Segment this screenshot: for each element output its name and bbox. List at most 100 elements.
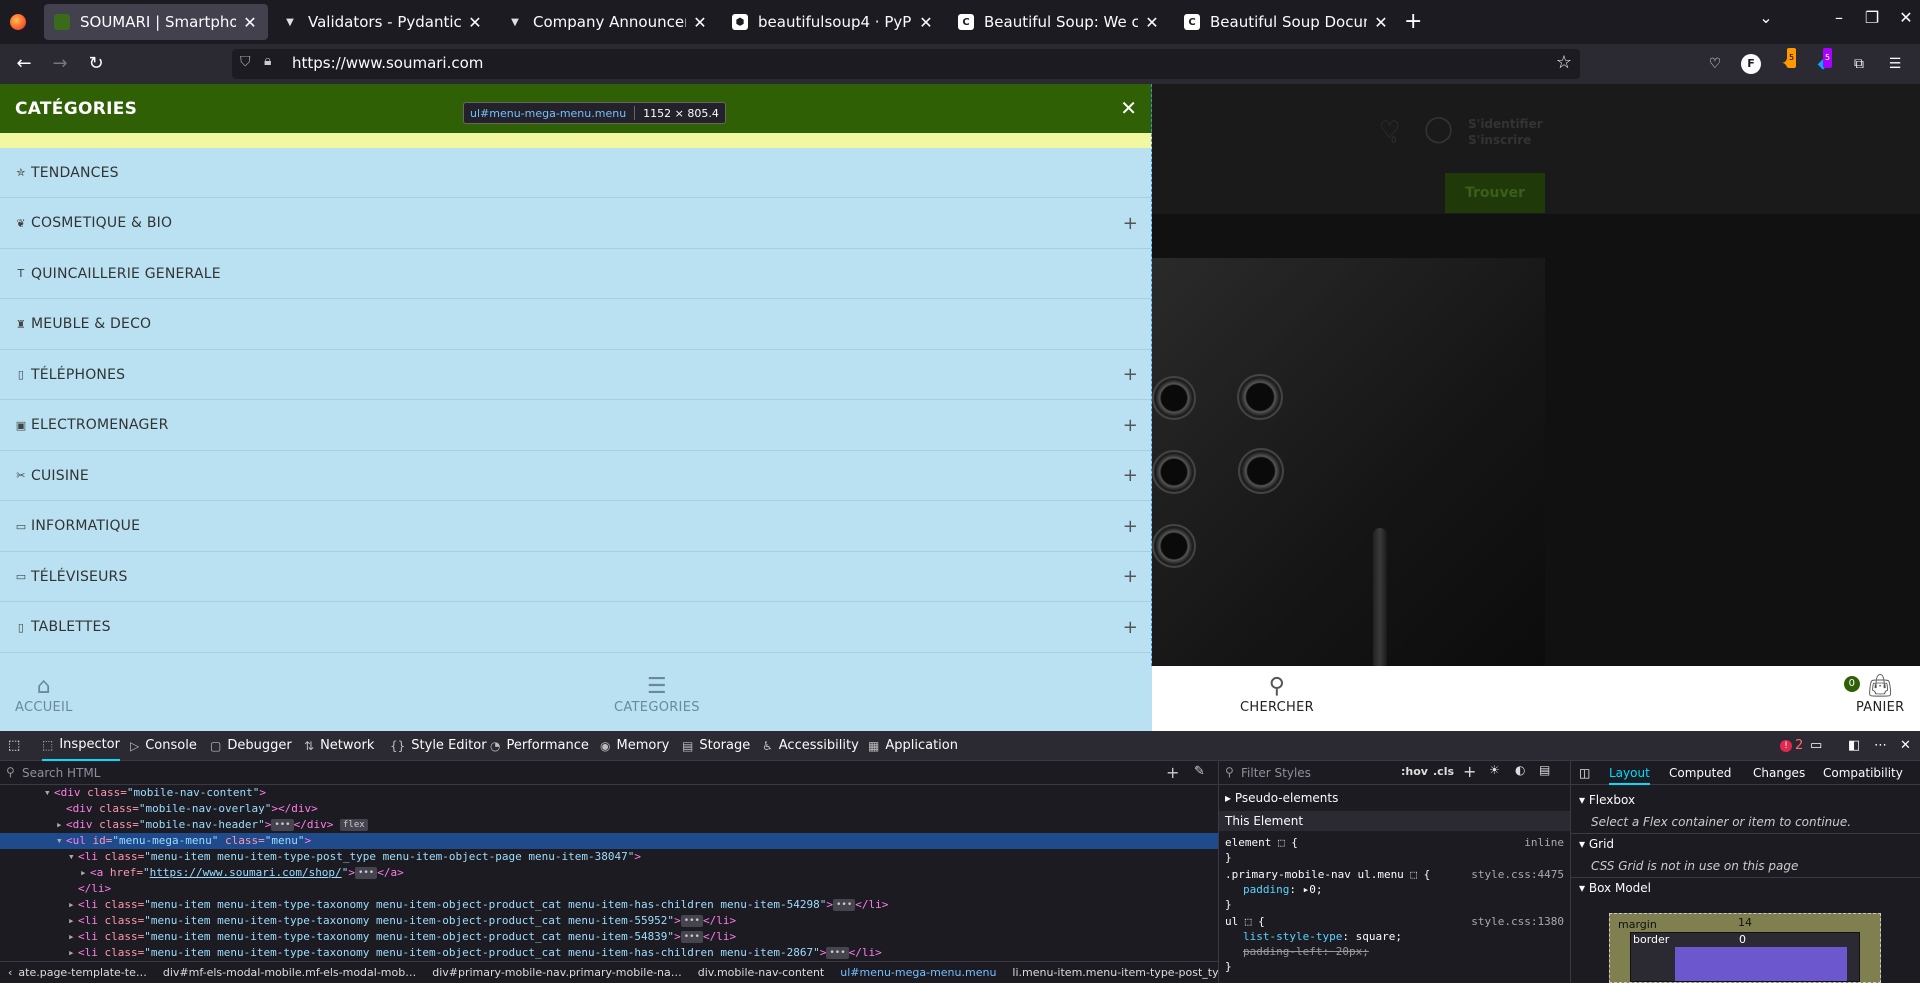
signup-link[interactable]: S'inscrire (1468, 132, 1543, 148)
wishlist-icon[interactable]: ♡ 0 (1379, 116, 1401, 146)
reload-icon[interactable]: ↻ (84, 52, 108, 76)
user-icon[interactable]: ◯ (1424, 114, 1453, 144)
expand-plus-icon[interactable]: + (1123, 465, 1138, 486)
restore-icon[interactable]: ❐ (1858, 8, 1886, 27)
url-bar[interactable]: ⛉ 🔒︎ https://www.soumari.com ☆ (232, 49, 1580, 79)
node-breadcrumb[interactable]: ‹ ate.page-template-te… div#mf-els-modal-m… (0, 961, 1218, 983)
add-rule-icon[interactable]: + (1463, 762, 1476, 781)
browser-tab[interactable]: ⬢ beautifulsoup4 · PyPI ✕ (722, 4, 944, 40)
breadcrumb-node[interactable]: ate.page-template-te… (18, 966, 146, 979)
lock-icon[interactable]: 🔒︎ (264, 53, 271, 69)
home-nav-button[interactable]: ⌂ ACCUEIL (15, 674, 73, 715)
pocket-icon[interactable]: ♡ (1705, 54, 1725, 74)
menu-item[interactable]: T QUINCAILLERIE GENERALE (0, 249, 1152, 299)
expand-plus-icon[interactable]: + (1123, 364, 1138, 385)
close-tab-icon[interactable]: ✕ (242, 13, 258, 32)
markup-node[interactable]: ▸ <li class="menu-item menu-item-type-tax… (0, 929, 1218, 945)
close-tab-icon[interactable]: ✕ (467, 13, 483, 32)
close-devtools-icon[interactable]: ✕ (1900, 731, 1911, 761)
rule-padding-decl[interactable]: padding: ▸0; (1225, 882, 1564, 897)
close-icon[interactable]: ✕ (1120, 96, 1137, 120)
menu-item[interactable]: ✂ CUISINE + (0, 451, 1152, 501)
firefox-menu-icon[interactable] (10, 14, 26, 30)
close-window-icon[interactable]: ✕ (1892, 8, 1920, 27)
menu-item[interactable]: ▭ TÉLÉVISEURS + (0, 552, 1152, 602)
expand-plus-icon[interactable]: + (1123, 213, 1138, 234)
markup-node[interactable]: ▾ <ul id="menu-mega-menu" class="menu"> (0, 833, 1218, 849)
grid-section[interactable]: ▾ Grid (1579, 837, 1614, 851)
rule-padding-left-decl[interactable]: padding-left: 20px; (1225, 944, 1564, 959)
flexbox-section[interactable]: ▾ Flexbox (1579, 793, 1635, 807)
box-model-margin[interactable]: margin 14 border 0 (1609, 913, 1881, 983)
expand-plus-icon[interactable]: + (1123, 516, 1138, 537)
cart-nav-button[interactable]: 👜︎ 0 PANIER (1844, 674, 1905, 715)
close-tab-icon[interactable]: ✕ (1373, 13, 1389, 32)
menu-item[interactable]: ♜ MEUBLE & DECO (0, 300, 1152, 350)
markup-node[interactable]: ▸ <div class="mobile-nav-header"> ••• </div… (0, 817, 1218, 833)
search-submit-button[interactable]: Trouver (1445, 173, 1545, 213)
light-mode-icon[interactable]: ☀ (1489, 763, 1500, 777)
sidebar-tab[interactable]: Compatibility (1823, 761, 1903, 785)
close-tab-icon[interactable]: ✕ (692, 13, 708, 32)
breadcrumb-node[interactable]: ul#menu-mega-menu.menu (840, 966, 996, 979)
breadcrumb-node[interactable]: div#mf-els-modal-mobile.mf-els-modal-mob… (163, 966, 416, 979)
new-tab-button[interactable]: + (1404, 9, 1422, 34)
expand-plus-icon[interactable]: + (1123, 566, 1138, 587)
shield-icon[interactable]: ⛉ (240, 54, 251, 70)
bookmark-star-icon[interactable]: ☆ (1556, 52, 1572, 73)
expand-plus-icon[interactable]: + (1123, 415, 1138, 436)
hero-product-image[interactable] (1152, 258, 1545, 666)
more-options-icon[interactable]: ⋯ (1874, 731, 1887, 761)
devtools-tab[interactable]: ◉ Memory (600, 731, 669, 761)
element-rule[interactable]: element ⬚ {inline (1225, 835, 1564, 850)
expand-plus-icon[interactable]: + (1123, 617, 1138, 638)
back-icon[interactable]: ← (12, 52, 36, 76)
toggle-sidebar-icon[interactable]: ◫ (1579, 761, 1590, 785)
forward-icon[interactable]: → (48, 52, 72, 76)
profile-f-icon[interactable]: F (1741, 54, 1761, 74)
browser-tab[interactable]: C Beautiful Soup Documentation ✕ (1174, 4, 1399, 40)
extension-2-icon[interactable]: ◆5 (1813, 48, 1833, 74)
extension-1-icon[interactable]: ✦5 (1777, 48, 1797, 74)
devtools-tab[interactable]: ♿ Accessibility (762, 731, 859, 761)
print-media-icon[interactable]: ▤ (1539, 763, 1550, 777)
devtools-tab[interactable]: ▦ Application (868, 731, 958, 761)
dark-mode-icon[interactable]: ◐ (1515, 763, 1525, 777)
search-nav-button[interactable]: ⚲ CHERCHER (1240, 674, 1314, 715)
markup-node[interactable]: ▸ <a href="https://www.soumari.com/shop/"… (0, 865, 1218, 881)
eyedropper-icon[interactable]: ✎ (1194, 764, 1205, 779)
signin-link[interactable]: S'identifier (1468, 116, 1543, 132)
element-picker-icon[interactable]: ⬚ (8, 731, 28, 761)
devtools-tab[interactable]: ⬚ Inspector (42, 731, 120, 761)
markup-node[interactable]: ▾ <li class="menu-item menu-item-type-pos… (0, 849, 1218, 865)
browser-tab[interactable]: ▼ Company Announcement ✕ (497, 4, 718, 40)
markup-node[interactable]: <div class="mobile-nav-overlay"></div> (0, 801, 1218, 817)
menu-item[interactable]: ▭ INFORMATIQUE + (0, 502, 1152, 552)
markup-node[interactable]: ▾ <div class="mobile-nav-content"> (0, 785, 1218, 801)
browser-tab[interactable]: SOUMARI | Smartphones ✕ (44, 4, 268, 40)
markup-node[interactable]: ▸ <li class="menu-item menu-item-type-tax… (0, 897, 1218, 913)
error-indicator[interactable]: ! 2 (1780, 731, 1803, 761)
breadcrumb-node[interactable]: li.menu-item.menu-item-type-post_type.me… (1012, 966, 1218, 979)
app-menu-icon[interactable]: ☰ (1885, 54, 1905, 74)
url-text[interactable]: https://www.soumari.com (292, 54, 483, 72)
box-model-section[interactable]: ▾ Box Model (1579, 881, 1651, 895)
sidebar-tab[interactable]: Changes (1753, 761, 1805, 785)
markup-node[interactable]: </li> (0, 881, 1218, 897)
devtools-tab[interactable]: ▤ Storage (682, 731, 750, 761)
breadcrumb-node[interactable]: div.mobile-nav-content (698, 966, 824, 979)
devtools-tab[interactable]: ▢ Debugger (210, 731, 292, 761)
rule-ul[interactable]: ul ⬚ {style.css:1380 (1225, 914, 1564, 929)
browser-tab[interactable]: ▼ Validators - Pydantic ✕ (272, 4, 493, 40)
close-tab-icon[interactable]: ✕ (1144, 13, 1160, 32)
minimize-icon[interactable]: – (1825, 8, 1853, 27)
search-field[interactable] (1152, 173, 1445, 213)
html-search-input[interactable]: ⚲ Search HTML + ✎ (0, 761, 1218, 785)
tab-list-chevron-icon[interactable]: ⌄ (1752, 8, 1780, 27)
devtools-tab[interactable]: {} Style Editor (390, 731, 487, 761)
account-links[interactable]: S'identifier S'inscrire (1468, 116, 1543, 148)
devtools-tab[interactable]: ◔ Performance (490, 731, 589, 761)
box-model-border[interactable]: border 0 (1630, 932, 1860, 982)
pseudo-elements-toggle[interactable]: ▸ Pseudo-elements (1225, 791, 1564, 806)
sidebar-tab[interactable]: Layout (1609, 761, 1650, 785)
